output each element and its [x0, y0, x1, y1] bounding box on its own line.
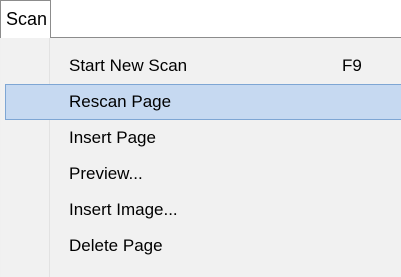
menu-bar: Scan: [0, 0, 401, 38]
scan-menu-button[interactable]: Scan: [0, 0, 51, 38]
menu-item-label: Rescan Page: [69, 92, 172, 111]
menu-item-start-new-scan[interactable]: Start New Scan F9: [1, 48, 401, 84]
menu-item-delete-page[interactable]: Delete Page: [1, 228, 401, 264]
menu-item-label: Delete Page: [69, 236, 163, 255]
menu-item-label: Preview...: [69, 164, 143, 183]
menu-item-insert-image[interactable]: Insert Image...: [1, 192, 401, 228]
scan-dropdown-menu: Start New Scan F9 Rescan Page Insert Pag…: [0, 37, 401, 277]
menu-item-label: Insert Page: [69, 128, 156, 147]
menu-item-insert-page[interactable]: Insert Page: [1, 120, 401, 156]
menu-item-preview[interactable]: Preview...: [1, 156, 401, 192]
menu-item-label: Start New Scan: [69, 56, 188, 75]
menu-item-label: Insert Image...: [69, 200, 178, 219]
menu-item-rescan-page[interactable]: Rescan Page: [5, 84, 401, 120]
menu-item-shortcut: F9: [342, 56, 362, 75]
